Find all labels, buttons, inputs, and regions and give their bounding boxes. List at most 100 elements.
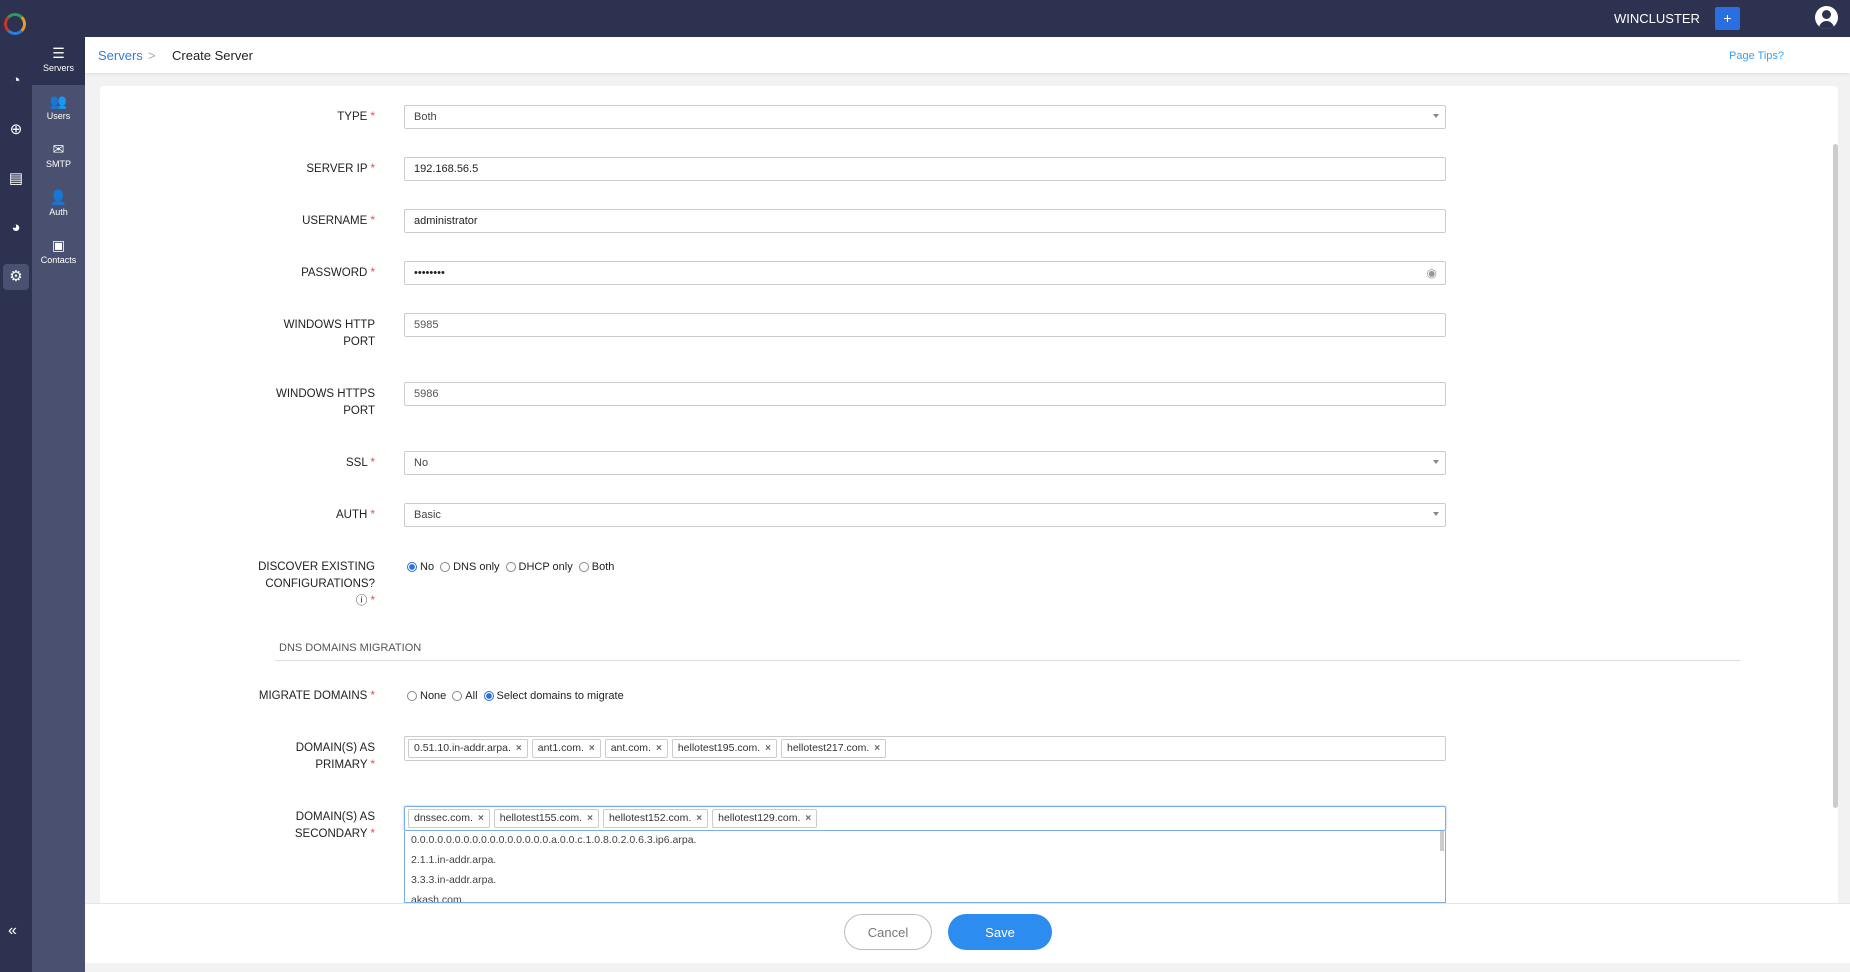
dns-globe-icon[interactable]: ⊕ bbox=[5, 119, 27, 141]
domain-tag: hellotest129.com. × bbox=[712, 809, 818, 828]
dashboard-icon[interactable]: ◔ bbox=[5, 70, 27, 92]
breadcrumb-separator: > bbox=[148, 48, 156, 63]
radio-label: Select domains to migrate bbox=[496, 690, 624, 702]
domain-tag: hellotest195.com. × bbox=[671, 739, 777, 758]
remove-tag-icon[interactable]: × bbox=[696, 813, 702, 824]
radio-label: None bbox=[420, 690, 447, 702]
domain-tag: ant1.com. × bbox=[531, 739, 601, 758]
page-tips-link[interactable]: Page Tips? bbox=[1729, 50, 1784, 62]
reports-icon[interactable]: ◕ bbox=[5, 217, 27, 239]
https-port-input[interactable]: 5986 bbox=[404, 382, 1446, 406]
migrate-radio-group: None All Select domains to migrate bbox=[404, 690, 624, 702]
password-label: PASSWORD * bbox=[301, 267, 375, 279]
dropdown-scrollbar[interactable] bbox=[1440, 831, 1444, 851]
username-label: USERNAME * bbox=[302, 215, 375, 227]
primary-domains-input[interactable]: 0.51.10.in-addr.arpa. × ant1.com. × ant.co… bbox=[404, 736, 1446, 761]
sidebar-item-servers[interactable]: ☰ Servers bbox=[32, 37, 85, 85]
remove-tag-icon[interactable]: × bbox=[589, 743, 595, 754]
secondary-domains-dropdown: 0.0.0.0.0.0.0.0.0.0.0.0.0.0.0.0.a.0.0.c.… bbox=[404, 831, 1446, 903]
secondary-label: DOMAIN(S) AS SECONDARY * bbox=[294, 811, 375, 840]
secondary-domains-input[interactable]: dnssec.com. × hellotest155.com. × hellotes… bbox=[404, 806, 1446, 831]
dropdown-option[interactable]: 0.0.0.0.0.0.0.0.0.0.0.0.0.0.0.0.a.0.0.c.… bbox=[405, 831, 1445, 851]
add-button[interactable]: + bbox=[1715, 7, 1740, 30]
cluster-name[interactable]: WINCLUSTER bbox=[1614, 11, 1700, 26]
page-scrollbar[interactable] bbox=[1833, 144, 1838, 808]
sidebar-item-smtp[interactable]: ✉ SMTP bbox=[32, 133, 85, 181]
migrate-radio-none[interactable] bbox=[407, 691, 417, 701]
primary-label: DOMAIN(S) AS PRIMARY * bbox=[295, 742, 375, 771]
sidebar-item-label: Contacts bbox=[40, 255, 77, 265]
user-avatar-icon[interactable] bbox=[1815, 6, 1838, 29]
mail-icon: ✉ bbox=[52, 141, 65, 157]
http-port-label: WINDOWS HTTP PORT bbox=[283, 319, 375, 348]
remove-tag-icon[interactable]: × bbox=[805, 813, 811, 824]
migrate-radio-all[interactable] bbox=[452, 691, 463, 701]
save-button[interactable]: Save bbox=[948, 914, 1052, 950]
domain-tag: hellotest152.com. × bbox=[602, 809, 709, 828]
eye-icon[interactable]: ◉ bbox=[1427, 266, 1437, 280]
discover-radio-both[interactable] bbox=[578, 562, 589, 572]
chevron-down-icon bbox=[1433, 460, 1439, 464]
domain-tag: hellotest217.com. × bbox=[780, 739, 887, 758]
remove-tag-icon[interactable]: × bbox=[656, 743, 662, 754]
https-port-label: WINDOWS HTTPS PORT bbox=[275, 388, 375, 417]
user-shield-icon: 👤 bbox=[49, 189, 68, 205]
sidebar-item-label: Users bbox=[46, 111, 71, 121]
dhcp-icon[interactable]: ▤ bbox=[5, 168, 27, 190]
domain-tag: 0.51.10.in-addr.arpa. × bbox=[408, 739, 528, 758]
settings-icon[interactable]: ⚙ bbox=[3, 264, 29, 290]
discover-radio-dhcp[interactable] bbox=[505, 562, 516, 572]
sidebar-item-label: SMTP bbox=[45, 159, 71, 169]
discover-label: DISCOVER EXISTING CONFIGURATIONS? ⓘ * bbox=[258, 561, 375, 607]
remove-tag-icon[interactable]: × bbox=[874, 743, 880, 754]
radio-label: DHCP only bbox=[518, 561, 573, 573]
server-ip-input[interactable]: 192.168.56.5 bbox=[404, 157, 1446, 181]
remove-tag-icon[interactable]: × bbox=[516, 743, 522, 754]
logo-icon bbox=[4, 13, 26, 35]
migrate-label: MIGRATE DOMAINS * bbox=[258, 690, 375, 702]
discover-radio-no[interactable] bbox=[407, 562, 417, 572]
type-select[interactable]: Both bbox=[404, 105, 1446, 129]
radio-label: Both bbox=[591, 561, 615, 573]
remove-tag-icon[interactable]: × bbox=[765, 743, 771, 754]
contacts-icon: ▣ bbox=[51, 237, 66, 253]
cancel-button[interactable]: Cancel bbox=[844, 914, 932, 950]
chevron-down-icon bbox=[1433, 512, 1439, 516]
sidebar-item-label: Auth bbox=[49, 207, 68, 217]
discover-radio-dns[interactable] bbox=[440, 562, 451, 572]
migrate-radio-select[interactable] bbox=[483, 691, 494, 701]
auth-select[interactable]: Basic bbox=[404, 503, 1446, 527]
section-header: DNS DOMAINS MIGRATION bbox=[275, 642, 1740, 661]
dropdown-option[interactable]: 3.3.3.in-addr.arpa. bbox=[405, 871, 1445, 891]
collapse-icon[interactable]: « bbox=[8, 922, 17, 940]
domain-tag: ant.com. × bbox=[604, 739, 668, 758]
users-icon: 👥 bbox=[49, 93, 68, 109]
remove-tag-icon[interactable]: × bbox=[587, 813, 593, 824]
dropdown-option[interactable]: 2.1.1.in-addr.arpa. bbox=[405, 851, 1445, 871]
discover-radio-group: No DNS only DHCP only Both bbox=[404, 561, 614, 573]
ssl-select[interactable]: No bbox=[404, 451, 1446, 475]
help-icon[interactable]: ⓘ bbox=[356, 595, 368, 607]
ssl-label: SSL * bbox=[346, 457, 375, 469]
radio-label: DNS only bbox=[453, 561, 500, 573]
icon-rail: ◔ ⊕ ▤ ◕ ⚙ « bbox=[0, 0, 32, 972]
sidebar-item-auth[interactable]: 👤 Auth bbox=[32, 181, 85, 229]
http-port-input[interactable]: 5985 bbox=[404, 313, 1446, 337]
username-input[interactable]: administrator bbox=[404, 209, 1446, 233]
radio-label: All bbox=[465, 690, 478, 702]
page-title: Create Server bbox=[172, 48, 253, 63]
breadcrumb-servers-link[interactable]: Servers bbox=[98, 48, 143, 63]
type-label: TYPE * bbox=[337, 111, 375, 123]
server-ip-label: SERVER IP * bbox=[306, 163, 375, 175]
sidebar-item-label: Servers bbox=[42, 63, 74, 73]
auth-label: AUTH * bbox=[336, 509, 375, 521]
remove-tag-icon[interactable]: × bbox=[478, 813, 484, 824]
top-bar bbox=[0, 0, 1850, 37]
password-input[interactable]: •••••••• ◉ bbox=[404, 261, 1446, 285]
sidebar-item-users[interactable]: 👥 Users bbox=[32, 85, 85, 133]
domain-tag: dnssec.com. × bbox=[408, 809, 490, 828]
dropdown-option[interactable]: akash.com. bbox=[405, 891, 1445, 902]
breadcrumb: Servers > Create Server Page Tips? bbox=[85, 37, 1850, 73]
sub-sidebar: ☰ Servers 👥 Users ✉ SMTP 👤 Auth ▣ Contacts bbox=[32, 37, 85, 972]
sidebar-item-contacts[interactable]: ▣ Contacts bbox=[32, 229, 85, 277]
